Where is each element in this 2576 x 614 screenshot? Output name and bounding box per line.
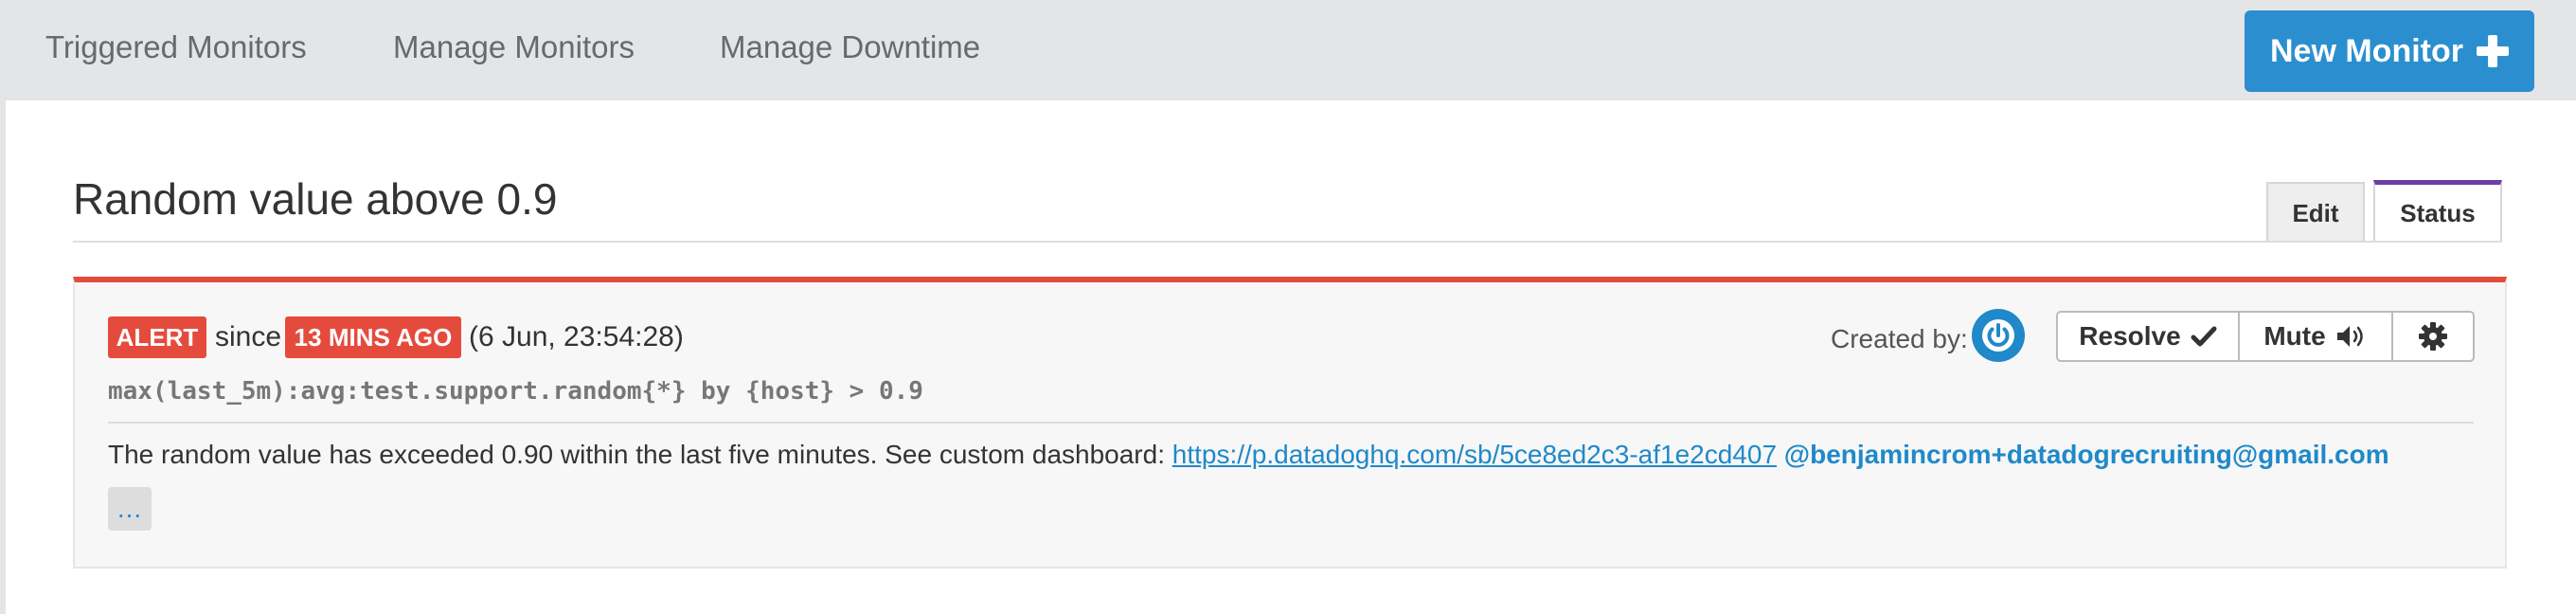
page-title: Random value above 0.9 [73, 174, 558, 224]
monitor-message: The random value has exceeded 0.90 withi… [108, 438, 2389, 472]
plus-icon [2476, 35, 2509, 67]
resolve-label: Resolve [2079, 321, 2181, 351]
content-border [0, 100, 6, 614]
avatar[interactable] [1972, 309, 2025, 362]
age-badge: 13 MINS AGO [285, 316, 461, 358]
gear-icon [2419, 322, 2447, 351]
checkmark-icon [2191, 326, 2217, 347]
user-mention[interactable]: @benjamincrom+datadogrecruiting@gmail.co… [1784, 440, 2389, 469]
tab-manage-downtime[interactable]: Manage Downtime [720, 28, 980, 66]
mute-button[interactable]: Mute [2240, 313, 2393, 360]
mute-label: Mute [2263, 321, 2326, 351]
since-text: since [215, 321, 282, 352]
resolve-button[interactable]: Resolve [2058, 313, 2240, 360]
tab-manage-monitors[interactable]: Manage Monitors [393, 28, 635, 66]
status-badge: ALERT [108, 316, 206, 358]
tab-triggered-monitors[interactable]: Triggered Monitors [45, 28, 307, 66]
expand-message-button[interactable]: ... [108, 487, 152, 531]
power-icon [1982, 319, 2014, 352]
message-text: The random value has exceeded 0.90 withi… [108, 440, 1165, 469]
speaker-icon [2336, 326, 2363, 347]
created-by-label: Created by: [1831, 324, 1968, 353]
alert-timestamp: (6 Jun, 23:54:28) [469, 321, 684, 352]
new-monitor-button[interactable]: New Monitor [2245, 10, 2534, 92]
new-monitor-label: New Monitor [2270, 32, 2463, 69]
top-nav: Triggered Monitors Manage Monitors Manag… [0, 0, 2576, 100]
monitor-query: max(last_5m):avg:test.support.random{*} … [108, 377, 923, 406]
dashboard-link[interactable]: https://p.datadoghq.com/sb/5ce8ed2c3-af1… [1172, 440, 1777, 469]
title-divider [73, 241, 2501, 243]
monitor-actions: Resolve Mute [2056, 311, 2475, 362]
tab-status[interactable]: Status [2373, 180, 2502, 243]
tab-edit[interactable]: Edit [2266, 182, 2365, 243]
panel-divider [108, 422, 2474, 424]
settings-button[interactable] [2393, 313, 2473, 360]
